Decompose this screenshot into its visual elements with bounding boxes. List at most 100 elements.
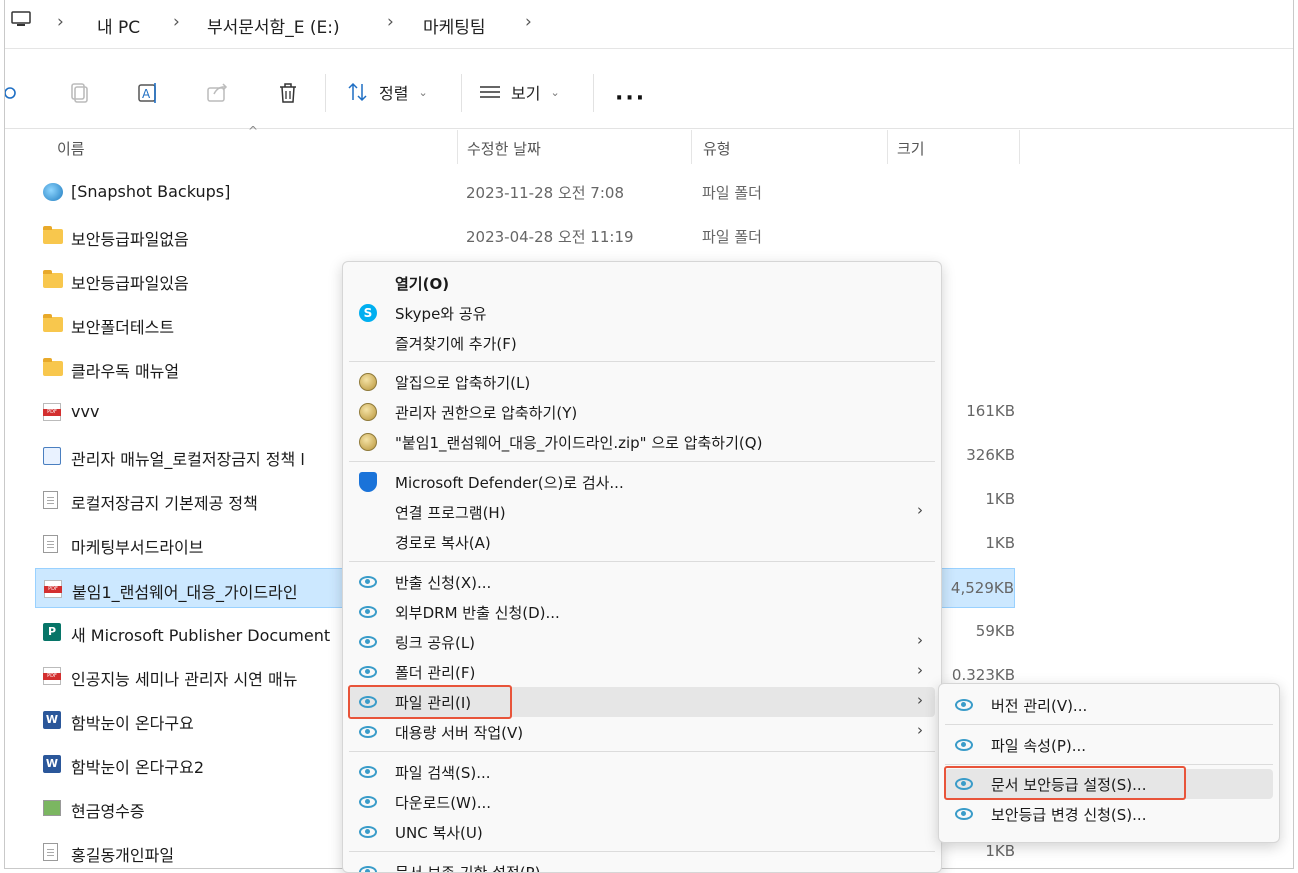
menu-label: 경로로 복사(A) [395,534,491,552]
chevron-right-icon[interactable]: › [173,12,180,32]
document-icon [43,535,58,553]
copy-icon[interactable] [67,80,93,106]
divider [325,74,326,112]
sort-label: 정렬 [379,84,409,103]
column-type[interactable]: 유형 [703,138,731,159]
file-name: 붙임1_랜섬웨어_대응_가이드라인 [72,583,298,602]
file-size: 4,529KB [950,579,1014,597]
file-name: 새 Microsoft Publisher Document [71,626,331,645]
menu-label: 버전 관리(V)... [991,697,1088,715]
file-name: vvv [71,402,100,421]
column-divider[interactable] [887,130,888,164]
view-icon [480,86,500,98]
drm-eye-icon [955,808,973,820]
context-menu: 열기(O) S Skype와 공유 즐겨찾기에 추가(F) 알집으로 압축하기(… [342,261,942,873]
alzip-icon [359,433,377,451]
chevron-right-icon[interactable]: › [387,12,394,32]
file-name: 함박눈이 온다구요 [71,714,194,733]
drm-eye-icon [359,726,377,738]
breadcrumb-this-pc[interactable]: 내 PC [97,13,140,38]
column-size[interactable]: 크기 [897,138,925,159]
menu-divider [349,361,935,362]
menu-alzip-compress[interactable]: 알집으로 압축하기(L) [349,367,935,397]
secure-doc-icon [43,447,61,465]
breadcrumb-folder[interactable]: 마케팅팀 [423,13,486,38]
file-size: 1KB [985,842,1015,860]
submenu-version-manage[interactable]: 버전 관리(V)... [945,690,1273,720]
skype-icon: S [359,304,377,322]
file-name: 클라우독 매뉴얼 [71,362,180,381]
menu-label: Microsoft Defender(으)로 검사... [395,474,624,492]
file-name: 관리자 매뉴얼_로컬저장금지 정책 l [71,450,305,469]
menu-defender-scan[interactable]: Microsoft Defender(으)로 검사... [349,467,935,497]
submenu-security-change[interactable]: 보안등급 변경 신청(S)... [945,799,1273,829]
menu-link-share[interactable]: 링크 공유(L) › [349,627,935,657]
file-size: 0.323KB [951,666,1015,684]
menu-label: UNC 복사(U) [395,824,483,842]
submenu-file-props[interactable]: 파일 속성(P)... [945,730,1273,760]
column-divider[interactable] [457,130,458,164]
breadcrumb-drive[interactable]: 부서문서함_E (E:) [207,13,340,38]
menu-download[interactable]: 다운로드(W)... [349,787,935,817]
cut-icon[interactable] [5,80,25,106]
view-button[interactable]: 보기 ⌄ [479,78,560,106]
file-name: 인공지능 세미나 관리자 시연 매뉴 [71,670,298,689]
address-bar[interactable]: › 내 PC › 부서문서함_E (E:) › 마케팅팀 › [5,0,1293,49]
menu-unc-copy[interactable]: UNC 복사(U) [349,817,935,847]
menu-label: 다운로드(W)... [395,794,492,812]
menu-label: 열기(O) [395,275,450,293]
defender-shield-icon [359,472,377,492]
menu-bulk-server[interactable]: 대용량 서버 작업(V) › [349,717,935,747]
file-type: 파일 폴더 [702,228,762,246]
folder-icon [43,226,63,244]
file-row[interactable]: 보안등급파일없음 2023-04-28 오전 11:19 파일 폴더 [35,216,1045,256]
column-header-row: 이름 수정한 날짜 유형 크기 [5,130,1293,164]
menu-label: 보안등급 변경 신청(S)... [991,806,1147,824]
menu-export-request[interactable]: 반출 신청(X)... [349,567,935,597]
menu-folder-manage[interactable]: 폴더 관리(F) › [349,657,935,687]
menu-external-drm[interactable]: 외부DRM 반출 신청(D)... [349,597,935,627]
menu-compress-named[interactable]: "붙임1_랜섬웨어_대응_가이드라인.zip" 으로 압축하기(Q) [349,427,935,457]
menu-file-search[interactable]: 파일 검색(S)... [349,757,935,787]
image-icon [43,800,61,816]
menu-skype-share[interactable]: S Skype와 공유 [349,298,935,328]
chevron-right-icon[interactable]: › [525,12,532,32]
highlight-box [348,685,512,719]
file-name: 로컬저장금지 기본제공 정책 [71,494,258,513]
folder-icon [43,314,63,332]
menu-doc-preserve[interactable]: 문서 보존 기한 설정(P) [349,857,935,872]
drm-eye-icon [955,699,973,711]
file-name: 보안등급파일없음 [71,230,189,249]
menu-add-favorites[interactable]: 즐겨찾기에 추가(F) [349,328,935,358]
chevron-right-icon[interactable]: › [57,12,64,32]
chevron-right-icon: › [917,661,923,679]
rename-icon[interactable]: A [135,80,161,106]
menu-divider [349,561,935,562]
column-divider[interactable] [691,130,692,164]
menu-label: 폴더 관리(F) [395,664,476,682]
column-date[interactable]: 수정한 날짜 [467,138,541,159]
column-name[interactable]: 이름 [57,138,85,159]
menu-admin-compress[interactable]: 관리자 권한으로 압축하기(Y) [349,397,935,427]
menu-open-with[interactable]: 연결 프로그램(H) › [349,497,935,527]
file-row[interactable]: [Snapshot Backups] 2023-11-28 오전 7:08 파일… [35,172,1045,212]
column-divider[interactable] [1019,130,1020,164]
menu-label: 즐겨찾기에 추가(F) [395,335,517,353]
drm-eye-icon [359,766,377,778]
more-options-button[interactable]: ··· [615,86,646,111]
menu-open[interactable]: 열기(O) [349,268,935,298]
divider [461,74,462,112]
share-icon[interactable] [205,80,231,106]
pdf-icon [43,403,61,421]
menu-copy-path[interactable]: 경로로 복사(A) [349,527,935,557]
file-name: 마케팅부서드라이브 [71,538,204,557]
chevron-down-icon: ⌄ [550,85,560,99]
pdf-icon [44,580,62,598]
menu-divider [349,851,935,852]
delete-icon[interactable] [275,80,301,106]
command-bar: A 정렬 ⌄ 보기 ⌄ ··· [5,58,1293,129]
file-name: [Snapshot Backups] [71,182,231,201]
divider [593,74,594,112]
file-name: 보안폴더테스트 [71,318,175,337]
sort-button[interactable]: 정렬 ⌄ [347,78,428,106]
